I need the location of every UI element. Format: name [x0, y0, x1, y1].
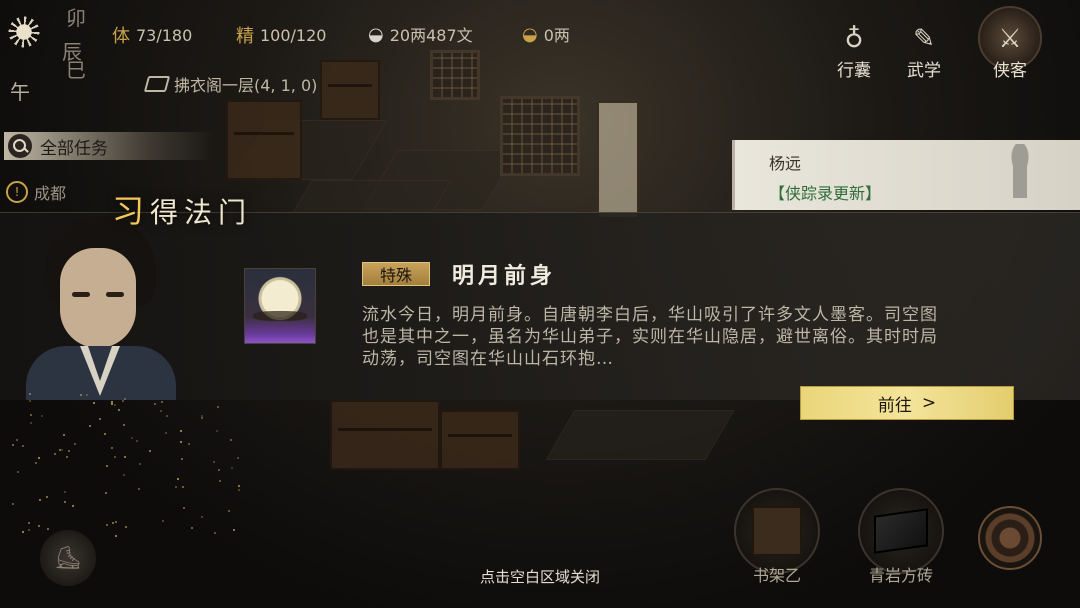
silver-ingot-icon: ◒ [368, 23, 384, 45]
dust-particle [35, 461, 38, 464]
chevron-right-icon: > [921, 393, 937, 413]
notification-update: 【侠踪录更新】 [769, 184, 882, 203]
sun-icon [6, 14, 42, 50]
dust-particle [138, 463, 141, 466]
notification-name: 杨远 [769, 154, 802, 173]
dust-particle [218, 479, 221, 482]
dust-particle [21, 530, 24, 533]
dust-particle [37, 524, 40, 527]
dust-particle [137, 487, 140, 490]
hero-button[interactable]: ⚔ 侠客 [984, 24, 1036, 81]
gold-ingot-icon: ◒ [522, 23, 538, 45]
dust-particle [113, 403, 116, 406]
dust-particle [124, 525, 127, 528]
dust-particle [237, 488, 240, 491]
time-branch-col2: 辰 [62, 40, 82, 64]
bag-button[interactable]: ♁ 行囊 [828, 24, 880, 81]
dust-particle [104, 492, 107, 495]
skill-description: 流水今日，明月前身。自唐朝李白后，华山吸引了许多文人墨客。司空图也是其中之一，虽… [362, 305, 938, 369]
dust-particle [29, 421, 32, 424]
brick-icon [874, 508, 928, 554]
dust-particle [217, 405, 220, 408]
dust-particle [53, 452, 56, 455]
search-icon [8, 134, 32, 158]
gourd-bag-icon: ♁ [844, 24, 864, 54]
dust-particle [124, 455, 127, 458]
dust-particle [28, 393, 31, 396]
dust-particle [64, 490, 67, 493]
all-tasks-button[interactable]: 全部任务 [4, 132, 214, 160]
dust-particle [176, 478, 179, 481]
hero-record-notification[interactable]: 杨远 【侠踪录更新】 [732, 140, 1080, 210]
shelf-button[interactable]: 书架乙 [734, 488, 820, 585]
location-indicator[interactable]: 拂衣阁一层(4, 1, 0) [143, 72, 318, 96]
skill-name: 明月前身 [452, 263, 557, 289]
dust-particle [114, 520, 117, 523]
dust-particle [135, 439, 138, 442]
location-text: 拂衣阁一层(4, 1, 0) [174, 76, 318, 95]
dust-particle [179, 440, 182, 443]
dust-particle [73, 442, 76, 445]
dust-particle [63, 500, 66, 503]
dust-particle [11, 443, 14, 446]
dust-particle [200, 416, 203, 419]
dust-particle [123, 397, 126, 400]
dust-particle [236, 456, 239, 459]
dust-particle [122, 474, 125, 477]
skill-type-tag: 特殊 [362, 262, 430, 286]
gold-value: 0两 [543, 26, 570, 45]
stamina-value: 73/180 [136, 25, 193, 45]
moon-skill-icon [244, 268, 316, 344]
stamina-stat: 体 73/180 [112, 22, 192, 48]
compass-icon[interactable] [978, 506, 1042, 570]
dust-particle [117, 408, 120, 411]
bookshelf-icon [752, 506, 802, 556]
dust-particle [229, 438, 232, 441]
swordsman-icon: ⚔ [998, 24, 1022, 54]
dust-particle [164, 432, 167, 435]
stamina-icon: 体 [112, 26, 130, 47]
learned-title: 习得法门 [112, 192, 253, 230]
martial-button[interactable]: ✎ 武学 [898, 24, 950, 81]
dust-particle [153, 402, 156, 405]
money-value: 20两487文 [389, 26, 473, 45]
map-icon [143, 76, 171, 92]
dust-particle [230, 467, 233, 470]
dust-particle [232, 529, 235, 532]
goto-button[interactable]: 前往 > [800, 386, 1014, 420]
dust-particle [15, 438, 18, 441]
energy-stat: 精 100/120 [236, 22, 326, 48]
dust-particle [216, 429, 219, 432]
dust-particle [28, 521, 31, 524]
energy-icon: 精 [236, 26, 254, 47]
swordsman-silhouette-icon [990, 144, 1050, 210]
dust-particle [16, 470, 19, 473]
brick-button[interactable]: 青岩方砖 [858, 488, 944, 585]
dust-particle [105, 464, 108, 467]
dust-particle [45, 496, 48, 499]
dust-particle [187, 442, 190, 445]
energy-value: 100/120 [260, 25, 327, 45]
current-time: 午 [10, 80, 30, 104]
dust-particle [111, 446, 114, 449]
dust-particle [113, 455, 116, 458]
gold-stat: ◒ 0两 [522, 22, 570, 46]
dust-particle [179, 430, 182, 432]
dust-particle [46, 528, 49, 531]
money-stat: ◒ 20两487文 [368, 22, 473, 46]
dust-particle [37, 456, 40, 459]
dust-particle [174, 485, 177, 488]
dust-particle [181, 486, 184, 489]
scroll-icon: ✎ [913, 24, 935, 54]
dust-particle [92, 401, 95, 404]
